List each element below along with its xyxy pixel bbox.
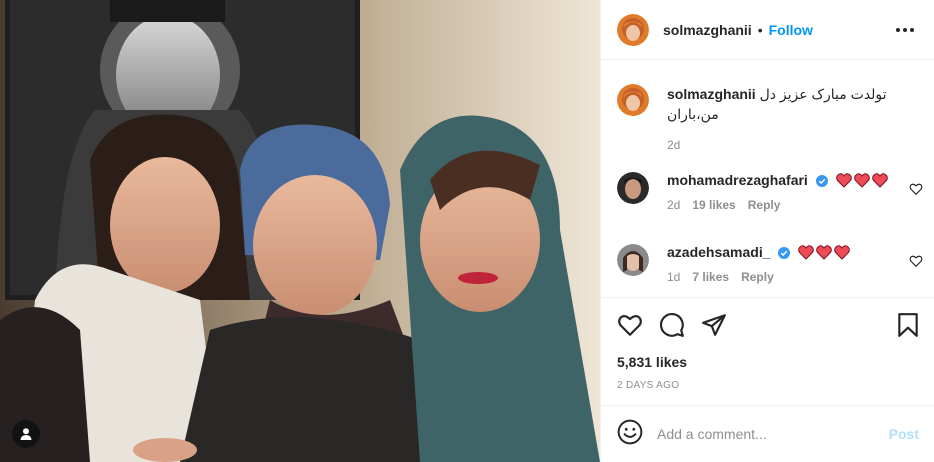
comment-icon	[660, 313, 684, 337]
author-avatar-image	[617, 13, 649, 46]
more-options-button[interactable]	[893, 18, 917, 42]
post-actions: 5,831 likes 2 DAYS AGO	[601, 297, 934, 405]
comment-reply-button[interactable]: Reply	[741, 270, 774, 284]
comment-reply-button[interactable]: Reply	[748, 198, 781, 212]
post-comment-button[interactable]: Post	[889, 426, 919, 442]
share-button[interactable]	[701, 312, 727, 338]
post-header: solmazghanii • Follow	[601, 0, 934, 60]
comment-composer: Post	[601, 405, 934, 462]
comment-age[interactable]: 1d	[667, 270, 680, 284]
user-tag-icon	[20, 428, 32, 440]
post-side-panel: solmazghanii • Follow solmazghanii تولدت…	[600, 0, 934, 462]
commenter-avatar[interactable]	[617, 172, 649, 204]
verified-icon	[778, 247, 791, 259]
author-avatar[interactable]	[617, 13, 649, 46]
red-heart-icon	[798, 245, 815, 260]
header-separator: •	[757, 21, 763, 38]
comment-username[interactable]: mohamadrezaghafari	[667, 172, 808, 188]
emoji-button[interactable]	[617, 419, 643, 450]
caption-username[interactable]: solmazghanii	[667, 86, 756, 102]
follow-button[interactable]: Follow	[769, 22, 813, 38]
heart-icon	[618, 315, 642, 336]
post-photo[interactable]	[0, 0, 600, 462]
commenter-avatar-image	[617, 172, 649, 204]
save-button[interactable]	[895, 312, 921, 338]
emoji-icon	[617, 419, 643, 444]
verified-icon	[815, 175, 828, 187]
likes-count[interactable]: 5,831 likes	[617, 354, 687, 370]
like-button[interactable]	[617, 312, 643, 338]
bookmark-icon	[898, 313, 918, 337]
comment-likes[interactable]: 7 likes	[692, 270, 729, 284]
caption-avatar-image	[617, 84, 649, 116]
photo-scene	[0, 0, 600, 462]
caption-age[interactable]: 2d	[667, 138, 680, 152]
post-timestamp[interactable]: 2 DAYS AGO	[617, 380, 679, 391]
comment-hearts	[835, 173, 888, 188]
red-heart-icon	[871, 173, 888, 188]
comment-like-icon[interactable]	[909, 182, 923, 196]
comment-username[interactable]: azadehsamadi_	[667, 244, 771, 260]
caption-avatar[interactable]	[617, 84, 649, 116]
comment-button[interactable]	[659, 312, 685, 338]
red-heart-icon	[834, 245, 851, 260]
more-options-icon	[895, 28, 916, 32]
comments-list[interactable]: solmazghanii تولدت مبارک عزیز دل من،بارا…	[601, 60, 934, 297]
user-tag-button[interactable]	[12, 420, 40, 448]
red-heart-icon	[816, 245, 833, 260]
commenter-avatar[interactable]	[617, 244, 649, 276]
author-username[interactable]: solmazghanii	[663, 22, 752, 38]
comment-age[interactable]: 2d	[667, 198, 680, 212]
comment-item: mohamadrezaghafari 2d 19 likes Reply	[617, 172, 923, 228]
comment-likes[interactable]: 19 likes	[692, 198, 735, 212]
red-heart-icon	[853, 173, 870, 188]
comment-item: azadehsamadi_ 1d 7 likes Reply	[617, 244, 923, 297]
comment-like-icon[interactable]	[909, 254, 923, 268]
comment-input[interactable]	[657, 426, 877, 442]
red-heart-icon	[835, 173, 852, 188]
caption-row: solmazghanii تولدت مبارک عزیز دل من،بارا…	[617, 84, 923, 154]
comment-hearts	[798, 245, 851, 260]
share-icon	[702, 314, 726, 336]
commenter-avatar-image	[617, 244, 649, 276]
